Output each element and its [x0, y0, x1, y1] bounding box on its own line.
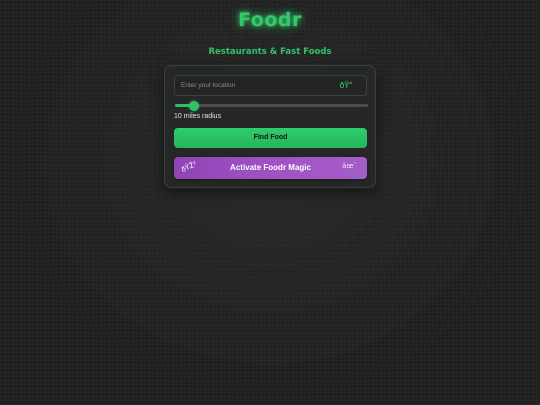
location-pin-icon[interactable]: ðŸ“ [340, 81, 354, 91]
app-logo: Foodr [238, 9, 302, 31]
location-field[interactable]: ðŸ“ [174, 75, 367, 96]
radius-slider-thumb[interactable] [189, 100, 200, 111]
activate-magic-button[interactable]: ðŸŽ² Activate Foodr Magic âœ¨ [174, 157, 367, 179]
sparkles-icon: âœ¨ [342, 162, 357, 170]
radius-label: 10 miles radius [174, 113, 222, 120]
page-subtitle: Restaurants & Fast Foods [208, 47, 332, 57]
radius-slider-track[interactable] [175, 104, 368, 107]
activate-magic-label: Activate Foodr Magic [230, 163, 311, 172]
search-card: ðŸ“ 10 miles radius Find Food ðŸŽ² Activ… [164, 65, 376, 188]
find-food-button[interactable]: Find Food [174, 128, 367, 148]
radius-slider[interactable] [175, 100, 368, 111]
location-input[interactable] [175, 76, 331, 95]
